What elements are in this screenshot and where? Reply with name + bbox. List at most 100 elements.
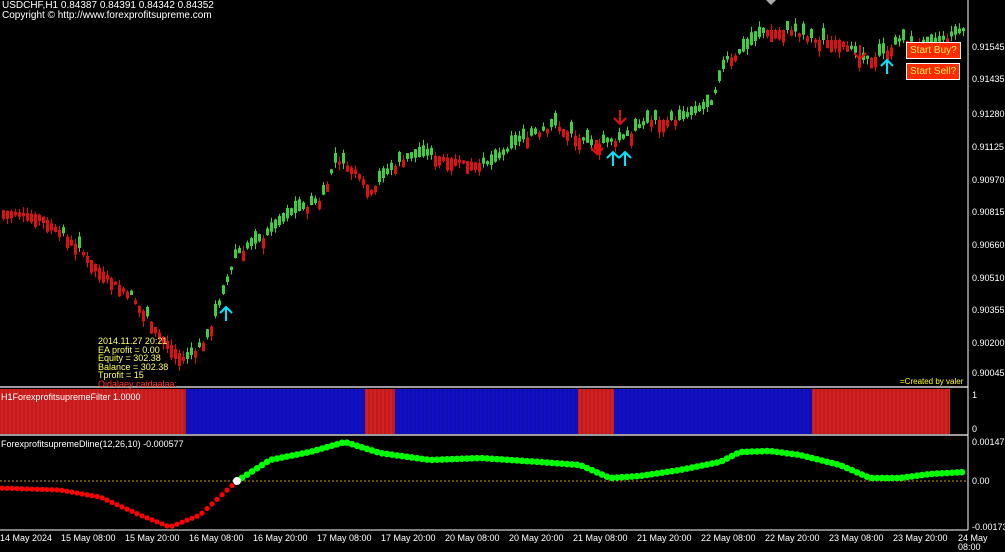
dline-dot	[169, 523, 175, 529]
candle	[270, 222, 273, 232]
candle	[782, 30, 785, 43]
candle	[330, 169, 333, 174]
candle	[558, 126, 561, 132]
price-label: 0.90045	[972, 368, 1005, 378]
candle	[778, 30, 781, 40]
candle	[134, 300, 137, 305]
candle	[754, 31, 757, 41]
candle	[6, 210, 9, 219]
candle	[602, 134, 605, 143]
candle	[566, 131, 569, 141]
dline-axis-top: 0.001477	[972, 437, 1005, 447]
dline-dot	[99, 495, 105, 501]
candle	[490, 154, 493, 165]
candle	[262, 238, 265, 249]
candle	[534, 128, 537, 134]
candle	[414, 149, 417, 158]
candle	[298, 199, 301, 211]
candle	[538, 132, 541, 137]
candle	[106, 275, 109, 280]
candle	[670, 111, 673, 120]
candle	[466, 161, 469, 174]
candle	[450, 158, 453, 171]
candle	[854, 46, 857, 53]
candle	[618, 132, 621, 141]
candle	[770, 30, 773, 43]
time-label: 20 May 20:00	[509, 533, 564, 543]
candle	[458, 159, 461, 163]
candle	[194, 351, 197, 358]
filter-indicator-title: H1ForexprofitsupremeFilter 1.0000	[1, 392, 141, 402]
candle	[426, 148, 429, 156]
candle	[226, 276, 229, 282]
candle	[258, 234, 261, 242]
candle	[54, 226, 57, 232]
price-label: 0.91280	[972, 109, 1005, 119]
up-arrow-icon	[219, 305, 233, 321]
candle	[74, 244, 77, 255]
candle	[210, 326, 213, 337]
candle	[318, 201, 321, 210]
candle	[938, 36, 941, 42]
price-label: 0.90660	[972, 240, 1005, 250]
candle	[826, 40, 829, 49]
dline-dot	[184, 517, 190, 523]
filter-bars	[0, 389, 950, 434]
candle	[70, 240, 73, 246]
dline-dot	[199, 510, 205, 516]
dline-dot	[204, 505, 210, 512]
start-buy-button[interactable]: Start Buy?	[906, 42, 961, 59]
dline-dot	[89, 493, 95, 499]
candle	[726, 56, 729, 60]
start-sell-button[interactable]: Start Sell?	[906, 63, 961, 80]
dline-dot	[124, 506, 130, 512]
candle	[494, 149, 497, 162]
candle	[626, 130, 629, 136]
candle	[766, 30, 769, 37]
candle	[402, 159, 405, 168]
candle	[570, 121, 573, 134]
candle	[250, 238, 253, 246]
candle	[814, 39, 817, 43]
dline-dot	[19, 486, 25, 492]
candle	[214, 303, 217, 316]
candle	[50, 223, 53, 231]
candle	[290, 208, 293, 215]
candle	[550, 119, 553, 128]
candle	[26, 213, 29, 221]
candle	[674, 120, 677, 126]
dline-dot	[79, 491, 85, 497]
candle	[342, 152, 345, 164]
candle	[730, 57, 733, 66]
candle	[442, 157, 445, 161]
dline-dot	[9, 485, 15, 491]
up-arrow-icon	[618, 150, 632, 166]
candle	[10, 211, 13, 219]
candle	[38, 214, 41, 222]
candle	[398, 152, 401, 162]
candle	[586, 129, 589, 143]
candle	[118, 285, 121, 297]
candle	[706, 94, 709, 107]
time-label: 23 May 20:00	[893, 533, 948, 543]
candle	[630, 133, 633, 146]
dline-dot	[129, 508, 135, 514]
candle	[410, 152, 413, 159]
dline-dots	[0, 439, 966, 529]
candle	[126, 291, 129, 299]
candle	[790, 30, 793, 36]
candle	[274, 219, 277, 229]
filter-axis-top: 1	[972, 390, 978, 400]
candle	[842, 41, 845, 48]
dline-dot	[139, 513, 145, 519]
candle	[42, 216, 45, 224]
chart-canvas[interactable]	[0, 0, 1005, 547]
candle	[30, 213, 33, 223]
candle	[222, 285, 225, 294]
candle	[850, 45, 853, 50]
candle	[266, 228, 269, 235]
candle	[182, 357, 185, 361]
price-label: 0.90815	[972, 207, 1005, 217]
candle	[954, 26, 957, 35]
candle	[386, 168, 389, 174]
